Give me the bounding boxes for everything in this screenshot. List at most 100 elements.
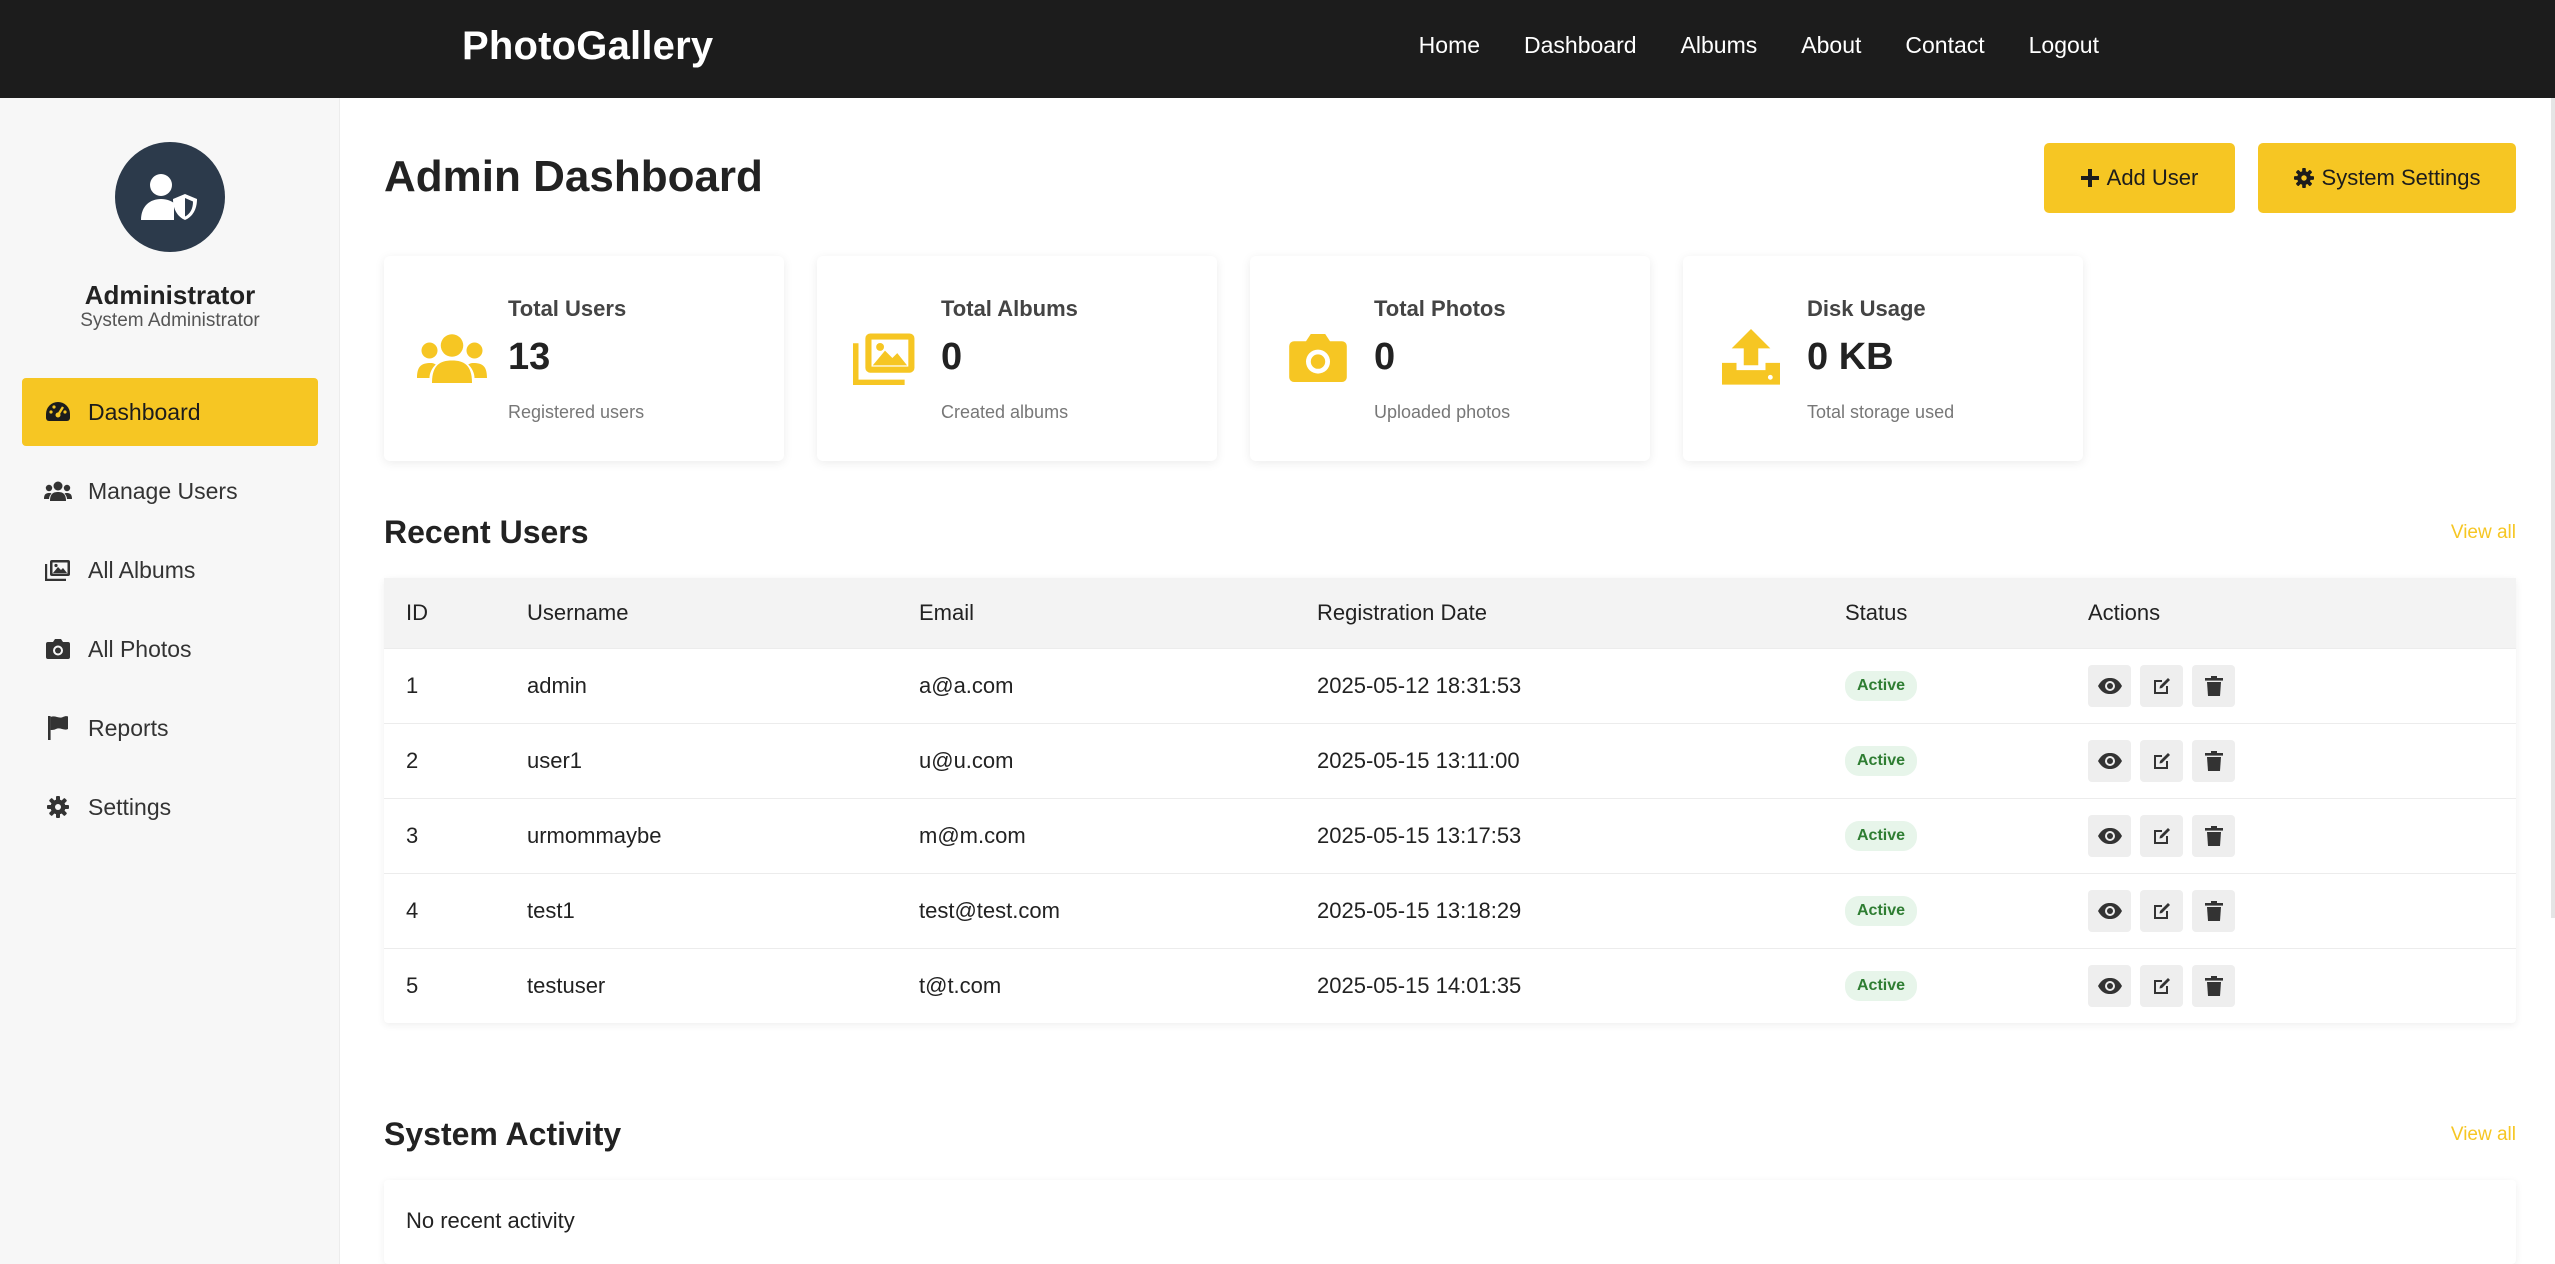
edit-icon [2153,752,2170,769]
nav-contact[interactable]: Contact [1905,32,1984,59]
user-shield-icon [141,174,197,220]
edit-user-button[interactable] [2140,889,2183,932]
cell-id: 5 [384,947,527,1023]
stat-value: 0 [1374,336,1396,378]
stat-label: Total Albums [941,296,1078,321]
stat-value: 0 KB [1807,336,1894,378]
table-row: 2 user1 u@u.com 2025-05-15 13:11:00 Acti… [384,722,2516,798]
system-settings-button[interactable]: System Settings [2258,143,2516,213]
view-user-button[interactable] [2088,739,2131,782]
stat-card-total-users: Total Users 13 Registered users [384,256,784,461]
delete-user-button[interactable] [2192,964,2235,1007]
add-user-button[interactable]: Add User [2044,143,2235,213]
nav-logout[interactable]: Logout [2029,32,2099,59]
edit-user-button[interactable] [2140,739,2183,782]
admin-role: System Administrator [80,310,260,331]
stat-card-disk-usage: Disk Usage 0 KB Total storage used [1683,256,2083,461]
delete-user-button[interactable] [2192,889,2235,932]
sidebar-item-all-albums[interactable]: All Albums [22,536,318,604]
cell-status: Active [1845,872,2088,948]
stat-subtext: Registered users [508,402,645,422]
table-header-row: ID Username Email Registration Date Stat… [384,578,2516,648]
stat-subtext: Uploaded photos [1374,402,1511,422]
trash-icon [2204,750,2223,771]
avatar [115,142,225,252]
cell-id: 3 [384,797,527,873]
view-user-button[interactable] [2088,664,2131,707]
cell-registration-date: 2025-05-15 13:11:00 [1317,722,1845,798]
delete-user-button[interactable] [2192,664,2235,707]
cell-registration-date: 2025-05-15 14:01:35 [1317,947,1845,1023]
cell-username: admin [527,647,919,723]
table-row: 4 test1 test@test.com 2025-05-15 13:18:2… [384,872,2516,948]
status-badge: Active [1845,821,1918,851]
table-row: 1 admin a@a.com 2025-05-12 18:31:53 Acti… [384,647,2516,723]
sidebar-item-settings[interactable]: Settings [22,773,318,841]
column-header-email: Email [919,578,1317,648]
cell-registration-date: 2025-05-15 13:18:29 [1317,872,1845,948]
stat-value: 13 [508,336,551,378]
delete-user-button[interactable] [2192,814,2235,857]
page-scrollbar[interactable] [2551,98,2555,918]
edit-icon [2153,677,2170,694]
view-user-button[interactable] [2088,889,2131,932]
edit-user-button[interactable] [2140,964,2183,1007]
cell-status: Active [1845,797,2088,873]
nav-home[interactable]: Home [1419,32,1480,59]
column-header-actions: Actions [2088,578,2516,648]
cell-username: testuser [527,947,919,1023]
cell-id: 1 [384,647,527,723]
stat-label: Disk Usage [1807,296,1926,321]
cell-username: urmommaybe [527,797,919,873]
trash-icon [2204,975,2223,996]
table-row: 5 testuser t@t.com 2025-05-15 14:01:35 A… [384,947,2516,1023]
images-icon [849,328,921,388]
column-header-id: ID [384,578,527,648]
trash-icon [2204,825,2223,846]
edit-icon [2153,827,2170,844]
delete-user-button[interactable] [2192,739,2235,782]
sidebar-item-label: All Albums [88,556,196,583]
gear-icon [2293,168,2314,188]
brand-logo[interactable]: PhotoGallery [462,24,713,69]
sidebar-item-manage-users[interactable]: Manage Users [22,457,318,525]
stat-label: Total Photos [1374,296,1506,321]
status-badge: Active [1845,746,1918,776]
view-user-button[interactable] [2088,964,2131,1007]
nav-albums[interactable]: Albums [1681,32,1758,59]
cell-registration-date: 2025-05-12 18:31:53 [1317,647,1845,723]
cell-email: test@test.com [919,872,1317,948]
sidebar-item-all-photos[interactable]: All Photos [22,615,318,683]
cell-id: 2 [384,722,527,798]
trash-icon [2204,900,2223,921]
cell-status: Active [1845,947,2088,1023]
plus-icon [2080,169,2099,187]
sidebar-item-reports[interactable]: Reports [22,694,318,762]
stat-value: 0 [941,336,963,378]
sidebar-item-label: All Photos [88,635,192,662]
column-header-status: Status [1845,578,2088,648]
edit-icon [2153,977,2170,994]
status-badge: Active [1845,971,1918,1002]
recent-users-view-all-link[interactable]: View all [2451,522,2516,544]
cell-status: Active [1845,647,2088,723]
cell-username: test1 [527,872,919,948]
view-user-button[interactable] [2088,814,2131,857]
system-activity-view-all-link[interactable]: View all [2451,1124,2516,1146]
cell-actions [2088,722,2516,798]
nav-dashboard[interactable]: Dashboard [1524,32,1637,59]
trash-icon [2204,675,2223,696]
camera-icon [1282,328,1354,388]
cell-username: user1 [527,722,919,798]
cell-status: Active [1845,722,2088,798]
edit-user-button[interactable] [2140,664,2183,707]
nav-about[interactable]: About [1801,32,1861,59]
admin-name: Administrator [84,280,256,310]
gauge-icon [44,398,72,426]
edit-user-button[interactable] [2140,814,2183,857]
sidebar-item-dashboard[interactable]: Dashboard [22,378,318,446]
edit-icon [2153,902,2170,919]
camera-icon [44,635,72,663]
cell-email: m@m.com [919,797,1317,873]
cell-email: t@t.com [919,947,1317,1023]
